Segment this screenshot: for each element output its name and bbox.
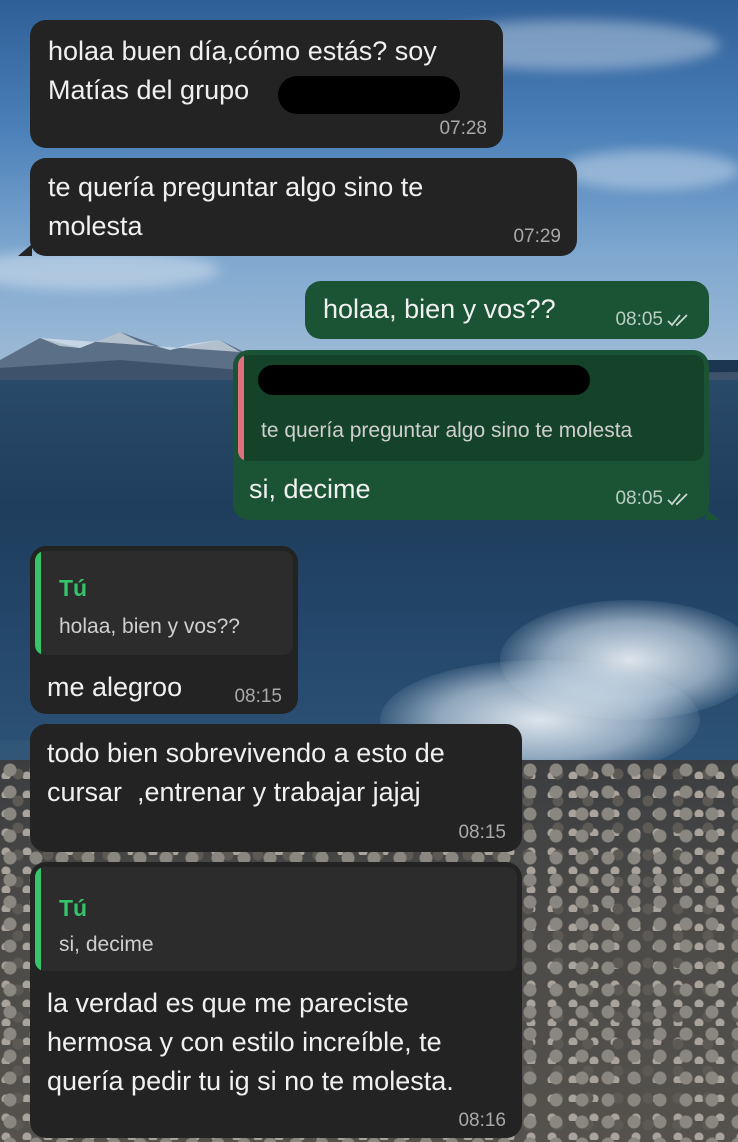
- message-text-line: quería pedir tu ig si no te molesta.: [47, 1066, 454, 1096]
- quote-bar: [35, 867, 41, 971]
- message-text-line: todo bien sobrevivendo a esto de: [47, 738, 445, 768]
- incoming-message[interactable]: te quería preguntar algo sino te molesta…: [30, 158, 577, 256]
- outgoing-message[interactable]: holaa, bien y vos?? 08:05: [305, 281, 709, 339]
- quote-text: te quería preguntar algo sino te molesta: [261, 419, 633, 442]
- message-text-line: te quería preguntar algo sino te: [48, 172, 424, 202]
- message-time: 08:05: [615, 309, 663, 330]
- quote-text: si, decime: [59, 933, 154, 956]
- redaction-mark: [278, 76, 460, 114]
- quote-author: Tú: [59, 895, 88, 921]
- message-time: 07:29: [513, 226, 561, 247]
- message-text-line: hermosa y con estilo increíble, te: [47, 1027, 442, 1057]
- redaction-mark: [258, 365, 590, 395]
- message-time: 08:05: [615, 488, 663, 509]
- quoted-message[interactable]: te quería preguntar algo sino te molesta: [238, 355, 704, 461]
- message-text: me alegroo: [47, 672, 183, 702]
- quote-author: Tú: [59, 575, 88, 601]
- message-time: 08:15: [234, 686, 282, 707]
- message-text: holaa, bien y vos??: [323, 294, 556, 324]
- message-list: holaa buen día,cómo estás? soy Matías de…: [0, 0, 738, 1142]
- message-text-line: la verdad es que me pareciste: [47, 988, 409, 1018]
- quoted-message[interactable]: Tú si, decime: [35, 867, 517, 971]
- bubble-tail: [18, 244, 32, 256]
- quote-text: holaa, bien y vos??: [59, 615, 240, 638]
- incoming-reply-message[interactable]: Tú holaa, bien y vos?? me alegroo 08:15: [30, 546, 298, 714]
- message-time: 07:28: [439, 118, 487, 139]
- message-text: si, decime: [249, 474, 371, 504]
- double-check-icon: [667, 314, 688, 327]
- message-text-line: cursar ,entrenar y trabajar jajaj: [47, 777, 421, 807]
- incoming-message[interactable]: todo bien sobrevivendo a esto de cursar …: [30, 724, 522, 852]
- double-check-icon: [667, 493, 688, 506]
- message-time: 08:16: [458, 1110, 506, 1131]
- message-time-row: 08:05: [615, 309, 695, 331]
- outgoing-reply-message[interactable]: te quería preguntar algo sino te molesta…: [233, 350, 709, 520]
- message-text-line: Matías del grupo: [48, 75, 250, 105]
- message-text-line: molesta: [48, 211, 143, 241]
- message-time-row: 08:05: [615, 488, 695, 510]
- incoming-reply-message[interactable]: Tú si, decime la verdad es que me pareci…: [30, 862, 522, 1138]
- bubble-tail: [705, 508, 719, 520]
- quoted-message[interactable]: Tú holaa, bien y vos??: [35, 551, 293, 655]
- incoming-message[interactable]: holaa buen día,cómo estás? soy Matías de…: [30, 20, 503, 148]
- quote-bar: [238, 355, 244, 461]
- quote-bar: [35, 551, 41, 655]
- message-text-line: holaa buen día,cómo estás? soy: [48, 36, 437, 66]
- message-time: 08:15: [458, 822, 506, 843]
